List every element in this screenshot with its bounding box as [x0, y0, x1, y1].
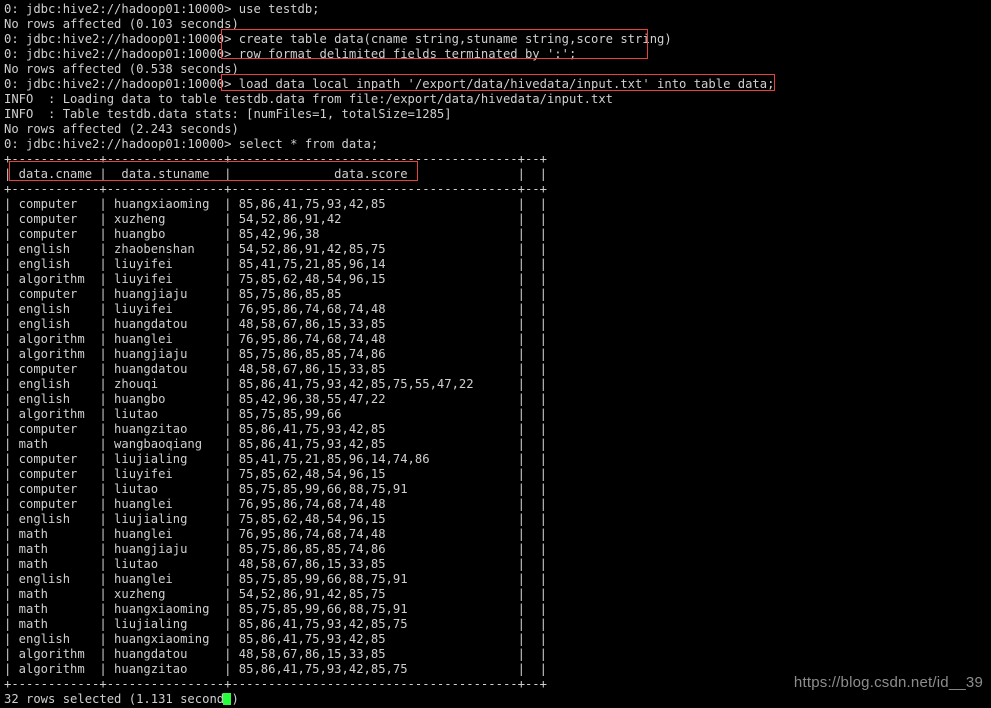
- watermark: https://blog.csdn.net/id__39: [793, 674, 983, 691]
- terminal-line: No rows affected (0.103 seconds): [4, 17, 239, 31]
- table-row: | computer | huangxiaoming | 85,86,41,75…: [4, 197, 547, 211]
- table-header-row: | data.cname | data.stuname | data.score…: [4, 167, 547, 181]
- table-row: | math | xuzheng | 54,52,86,91,42,85,75 …: [4, 587, 547, 601]
- table-row: | computer | huangzitao | 85,86,41,75,93…: [4, 422, 547, 436]
- table-row: | math | liutao | 48,58,67,86,15,33,85 |…: [4, 557, 547, 571]
- terminal-window[interactable]: 0: jdbc:hive2://hadoop01:10000> use test…: [0, 0, 991, 708]
- table-row: | english | huangdatou | 48,58,67,86,15,…: [4, 317, 547, 331]
- rows-selected-status: 32 rows selected (1.131 seconds): [4, 692, 239, 706]
- table-row: | english | huangbo | 85,42,96,38,55,47,…: [4, 392, 547, 406]
- table-row: | english | huanglei | 85,75,85,99,66,88…: [4, 572, 547, 586]
- table-row: | computer | huangdatou | 48,58,67,86,15…: [4, 362, 547, 376]
- table-row: | algorithm | huangjiaju | 85,75,86,85,8…: [4, 347, 547, 361]
- terminal-line: No rows affected (2.243 seconds): [4, 122, 239, 136]
- terminal-line: 0: jdbc:hive2://hadoop01:10000> row form…: [4, 47, 577, 61]
- terminal-line: INFO : Table testdb.data stats: [numFile…: [4, 107, 452, 121]
- table-row: | computer | liuyifei | 75,85,62,48,54,9…: [4, 467, 547, 481]
- terminal-line: INFO : Loading data to table testdb.data…: [4, 92, 614, 106]
- terminal-line: No rows affected (0.538 seconds): [4, 62, 239, 76]
- table-row: | algorithm | liuyifei | 75,85,62,48,54,…: [4, 272, 547, 286]
- table-row: | algorithm | huanglei | 76,95,86,74,68,…: [4, 332, 547, 346]
- table-row: | computer | xuzheng | 54,52,86,91,42 | …: [4, 212, 547, 226]
- table-row: | math | huanglei | 76,95,86,74,68,74,48…: [4, 527, 547, 541]
- terminal-line: 0: jdbc:hive2://hadoop01:10000> create t…: [4, 32, 672, 46]
- terminal-cursor: [223, 693, 231, 705]
- table-row: | english | liuyifei | 76,95,86,74,68,74…: [4, 302, 547, 316]
- table-body: | computer | huangxiaoming | 85,86,41,75…: [4, 197, 991, 677]
- table-row: | math | liujialing | 85,86,41,75,93,42,…: [4, 617, 547, 631]
- table-row: | computer | huanglei | 76,95,86,74,68,7…: [4, 497, 547, 511]
- table-row: | english | liuyifei | 85,41,75,21,85,96…: [4, 257, 547, 271]
- table-row: | math | huangxiaoming | 85,75,85,99,66,…: [4, 602, 547, 616]
- table-row: | english | zhaobenshan | 54,52,86,91,42…: [4, 242, 547, 256]
- table-row: | math | wangbaoqiang | 85,86,41,75,93,4…: [4, 437, 547, 451]
- table-row: | english | liujialing | 75,85,62,48,54,…: [4, 512, 547, 526]
- table-row: | algorithm | huangdatou | 48,58,67,86,1…: [4, 647, 547, 661]
- table-row: | computer | liutao | 85,75,85,99,66,88,…: [4, 482, 547, 496]
- terminal-line: 0: jdbc:hive2://hadoop01:10000> select *…: [4, 137, 379, 151]
- table-row: | computer | liujialing | 85,41,75,21,85…: [4, 452, 547, 466]
- terminal-line: 0: jdbc:hive2://hadoop01:10000> load dat…: [4, 77, 775, 91]
- table-row: | computer | huangjiaju | 85,75,86,85,85…: [4, 287, 547, 301]
- table-row: | english | huangxiaoming | 85,86,41,75,…: [4, 632, 547, 646]
- terminal-line: 0: jdbc:hive2://hadoop01:10000> use test…: [4, 2, 320, 16]
- table-separator-header: +------------+----------------+---------…: [4, 182, 547, 196]
- table-separator-top: +------------+----------------+---------…: [4, 152, 547, 166]
- table-row: | computer | huangbo | 85,42,96,38 | |: [4, 227, 547, 241]
- table-row: | algorithm | liutao | 85,75,85,99,66 | …: [4, 407, 547, 421]
- table-row: | math | huangjiaju | 85,75,86,85,85,74,…: [4, 542, 547, 556]
- table-row: | english | zhouqi | 85,86,41,75,93,42,8…: [4, 377, 547, 391]
